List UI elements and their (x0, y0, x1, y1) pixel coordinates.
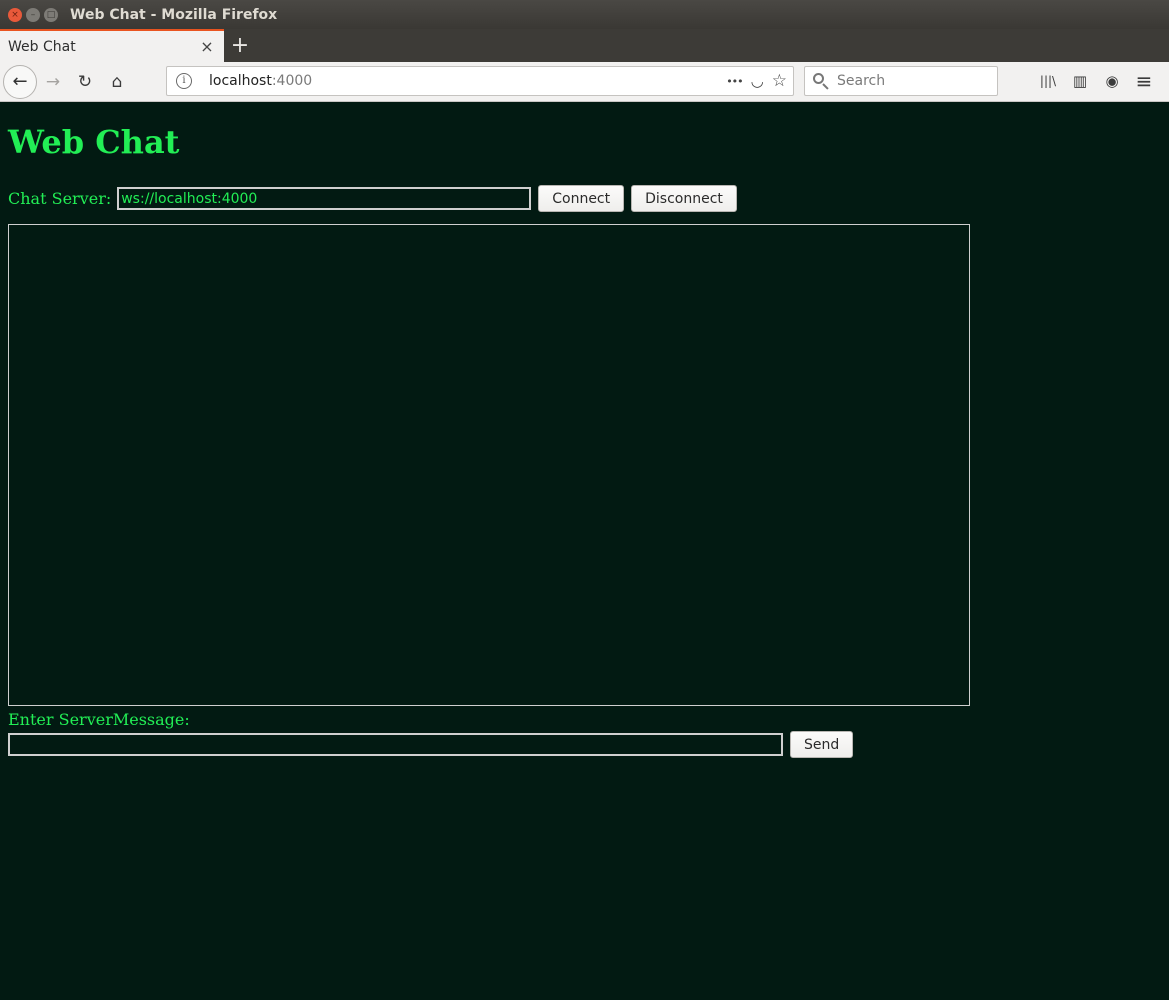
navigation-toolbar: ← → ↻ ⌂ i localhost:4000 ••• ◡ ☆ |||\ ▥ … (0, 62, 1169, 102)
page-content: Web Chat Chat Server: Connect Disconnect… (0, 103, 1169, 1000)
server-row: Chat Server: Connect Disconnect (8, 185, 737, 212)
tab-title: Web Chat (8, 38, 76, 55)
forward-button[interactable]: → (37, 66, 69, 98)
tab-strip: Web Chat × + (0, 29, 1169, 62)
reload-button[interactable]: ↻ (69, 66, 101, 98)
toolbar-right: |||\ ▥ ◉ ≡ (1032, 66, 1160, 96)
search-icon (813, 73, 829, 90)
bookmark-star-icon[interactable]: ☆ (772, 71, 787, 91)
tab-web-chat[interactable]: Web Chat × (0, 29, 224, 62)
back-button[interactable]: ← (3, 64, 37, 99)
server-url-input[interactable] (117, 187, 532, 210)
send-button[interactable]: Send (790, 731, 854, 758)
sidebar-icon[interactable]: ▥ (1064, 66, 1096, 96)
message-input[interactable] (8, 733, 783, 756)
site-info-icon[interactable]: i (176, 73, 192, 89)
new-tab-button[interactable]: + (224, 29, 256, 62)
library-icon[interactable]: |||\ (1032, 66, 1064, 96)
page-title: Web Chat (8, 123, 180, 161)
window-maximize-button[interactable]: □ (44, 7, 58, 22)
send-row: Send (8, 731, 854, 758)
server-label: Chat Server: (8, 189, 112, 208)
pocket-icon[interactable]: ◡ (751, 72, 764, 90)
url-text[interactable]: localhost:4000 (209, 73, 726, 89)
account-icon[interactable]: ◉ (1096, 66, 1128, 96)
window-close-button[interactable]: × (8, 7, 22, 22)
url-bar[interactable]: i localhost:4000 ••• ◡ ☆ (166, 66, 794, 96)
home-button[interactable]: ⌂ (101, 66, 133, 98)
tab-close-icon[interactable]: × (198, 37, 216, 56)
message-label: Enter ServerMessage: (8, 710, 190, 729)
search-input[interactable] (837, 73, 987, 89)
url-host: localhost (209, 73, 272, 89)
url-actions: ••• ◡ ☆ (726, 71, 787, 91)
menu-icon[interactable]: ≡ (1128, 66, 1160, 96)
window-titlebar: × – □ Web Chat - Mozilla Firefox (0, 0, 1169, 29)
url-port: :4000 (271, 73, 313, 89)
window-title: Web Chat - Mozilla Firefox (70, 6, 278, 23)
message-log[interactable] (8, 224, 970, 706)
connect-button[interactable]: Connect (538, 185, 625, 212)
window-controls: × – □ (8, 7, 58, 22)
window-minimize-button[interactable]: – (26, 7, 40, 22)
page-actions-icon[interactable]: ••• (726, 75, 743, 88)
disconnect-button[interactable]: Disconnect (631, 185, 737, 212)
search-bar[interactable] (804, 66, 998, 96)
